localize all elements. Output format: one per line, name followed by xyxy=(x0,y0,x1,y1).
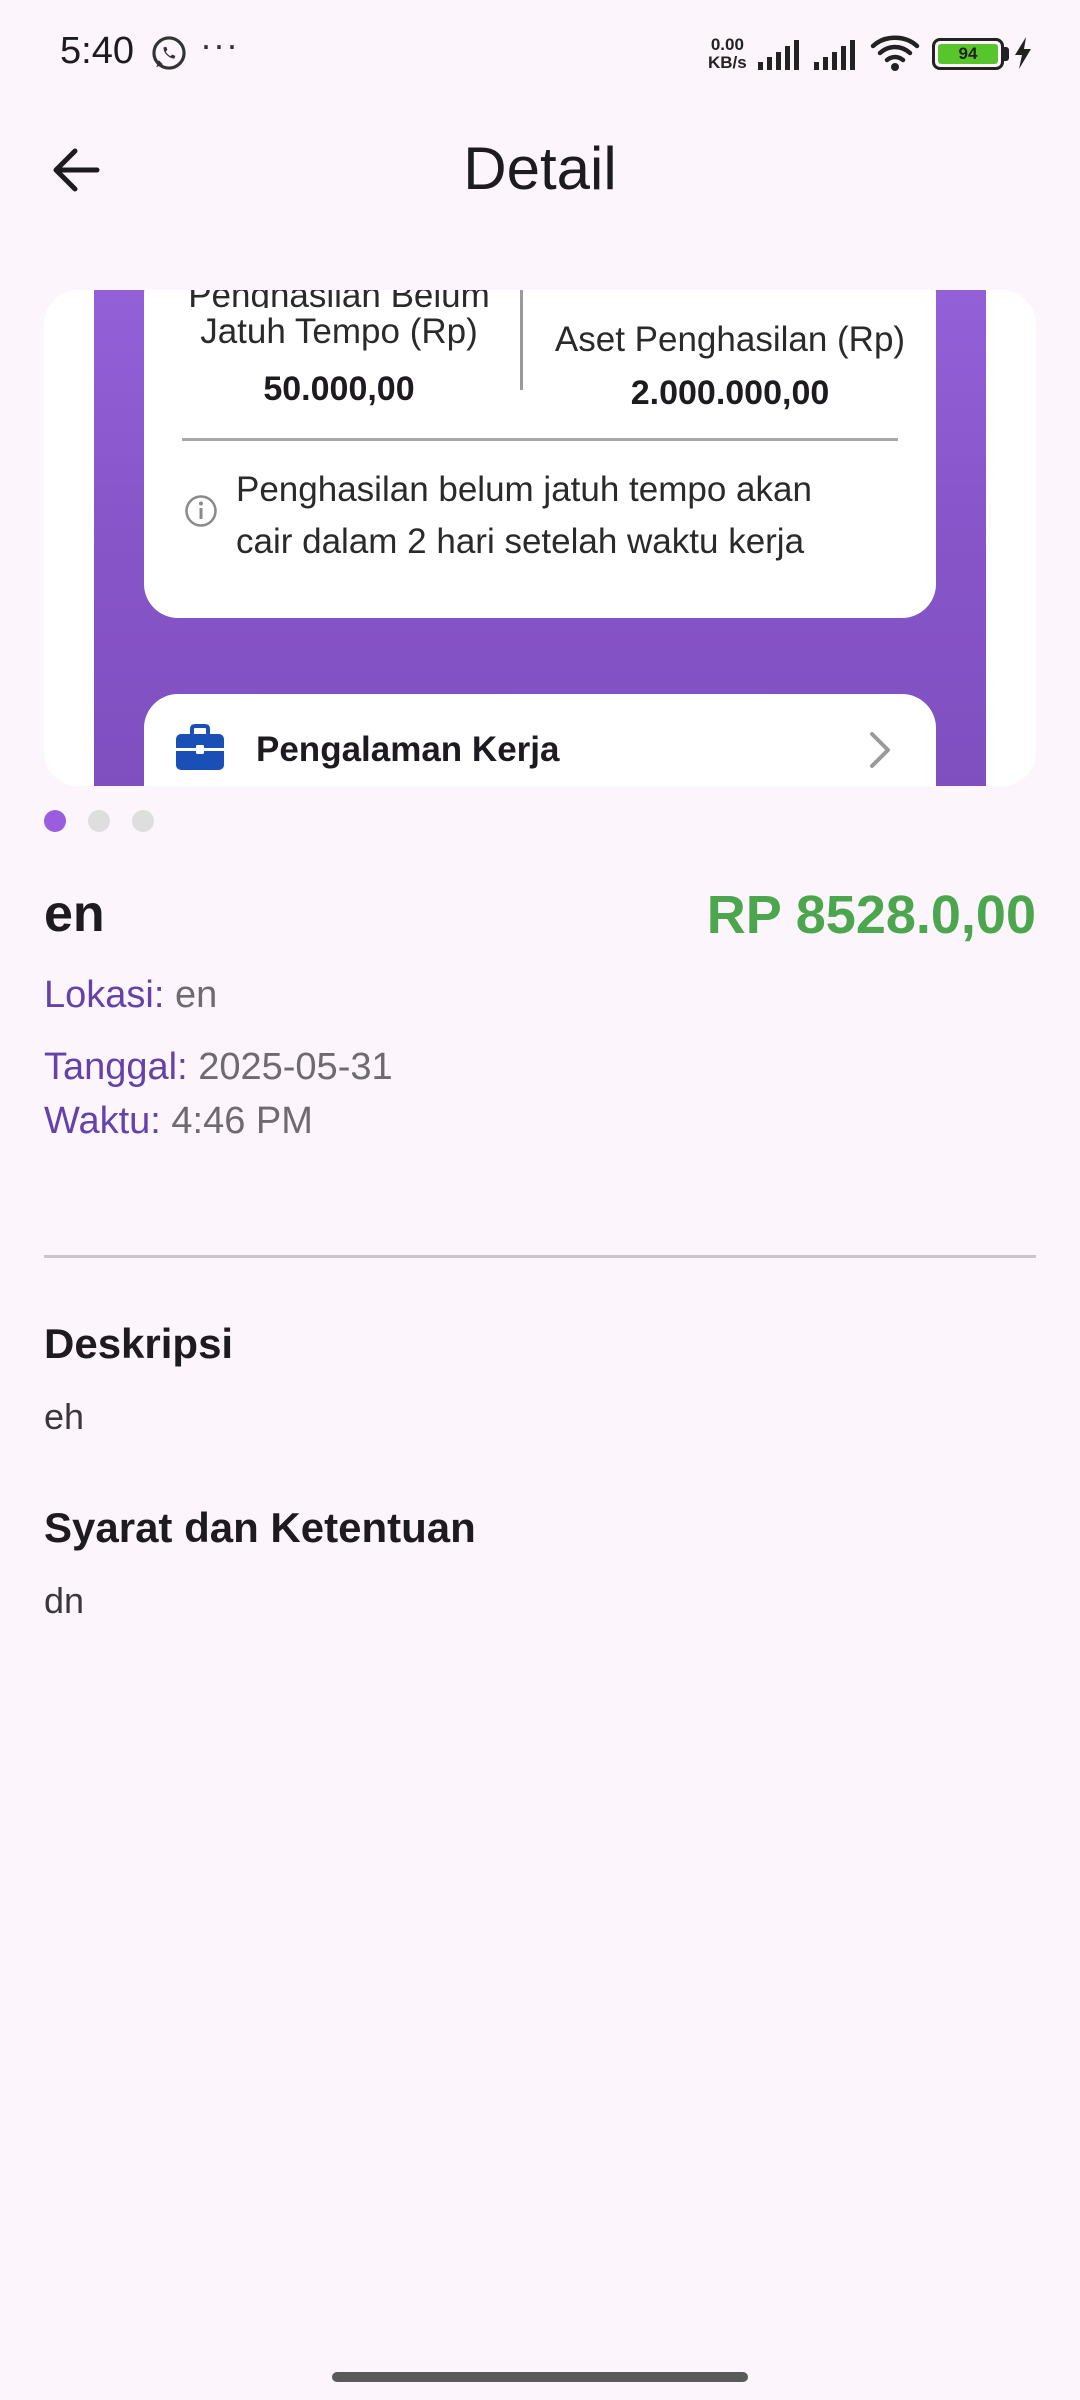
wifi-icon xyxy=(870,35,920,71)
description-text: eh xyxy=(44,1396,85,1437)
time-label: Waktu: xyxy=(44,1100,161,1142)
job-title: en xyxy=(44,885,105,943)
terms-heading: Syarat dan Ketentuan xyxy=(44,1504,476,1551)
work-experience-card[interactable]: Pengalaman Kerja xyxy=(144,694,936,786)
battery-level: 94 xyxy=(938,44,998,64)
earnings-assets-label: Aset Penghasilan (Rp) xyxy=(554,320,906,359)
status-bar: 5:40 ··· 0.00 KB/s 94 xyxy=(0,0,1080,110)
earnings-assets: Aset Penghasilan (Rp) 2.000.000,00 xyxy=(530,316,930,413)
battery-tip xyxy=(1004,47,1009,61)
carousel-slide: Penghasilan Belum Jatuh Tempo (Rp) 50.00… xyxy=(94,290,986,786)
status-time: 5:40 xyxy=(60,30,134,72)
description-heading: Deskripsi xyxy=(44,1320,234,1367)
location-row: Lokasi: en xyxy=(44,974,217,1017)
image-carousel[interactable]: Penghasilan Belum Jatuh Tempo (Rp) 50.00… xyxy=(44,290,1036,786)
signal-icon xyxy=(814,40,855,70)
chevron-right-icon xyxy=(870,732,890,768)
detail-screen: 5:40 ··· 0.00 KB/s 94 Detail Jatuh Tempo… xyxy=(0,0,1080,2400)
work-experience-label: Pengalaman Kerja xyxy=(256,730,560,769)
page-title: Detail xyxy=(463,135,617,202)
vertical-divider xyxy=(520,290,523,390)
info-icon xyxy=(185,495,217,527)
pending-earnings-value: 50.000,00 xyxy=(263,370,415,408)
network-speed: 0.00 KB/s xyxy=(708,36,747,72)
signal-icon xyxy=(758,40,799,70)
battery-icon: 94 xyxy=(932,38,1004,70)
time-row: Waktu: 4:46 PM xyxy=(44,1100,313,1143)
section-divider xyxy=(44,1255,1036,1258)
time-value: 4:46 PM xyxy=(171,1100,313,1142)
charging-bolt-icon xyxy=(1015,37,1031,69)
network-speed-unit: KB/s xyxy=(708,53,747,72)
carousel-dot[interactable] xyxy=(132,810,154,832)
job-price: RP 8528.0,00 xyxy=(706,885,1036,945)
earnings-card: Penghasilan Belum Jatuh Tempo (Rp) 50.00… xyxy=(144,290,936,618)
location-label: Lokasi: xyxy=(44,974,165,1016)
date-value: 2025-05-31 xyxy=(198,1046,393,1088)
pending-earnings-label-top: Penghasilan Belum xyxy=(164,290,514,308)
terms-text: dn xyxy=(44,1580,85,1621)
gesture-nav-handle[interactable] xyxy=(332,2372,748,2382)
carousel-dot[interactable] xyxy=(88,810,110,832)
earnings-info-text: Penghasilan belum jatuh tempo akan cair … xyxy=(236,470,812,561)
pending-earnings-label: Jatuh Tempo (Rp) xyxy=(200,312,478,351)
whatsapp-icon xyxy=(152,36,186,70)
earnings-assets-value: 2.000.000,00 xyxy=(630,374,830,412)
date-row: Tanggal: 2025-05-31 xyxy=(44,1046,393,1089)
carousel-indicator xyxy=(44,810,154,832)
more-notifications-icon: ··· xyxy=(200,24,239,65)
pending-earnings: Penghasilan Belum Jatuh Tempo (Rp) 50.00… xyxy=(164,290,514,409)
app-bar: Detail xyxy=(0,110,1080,230)
network-speed-value: 0.00 xyxy=(710,35,744,54)
horizontal-divider xyxy=(182,438,898,441)
location-value: en xyxy=(174,974,218,1016)
date-label: Tanggal: xyxy=(44,1046,188,1088)
carousel-dot-active[interactable] xyxy=(44,810,66,832)
briefcase-icon xyxy=(176,724,224,770)
